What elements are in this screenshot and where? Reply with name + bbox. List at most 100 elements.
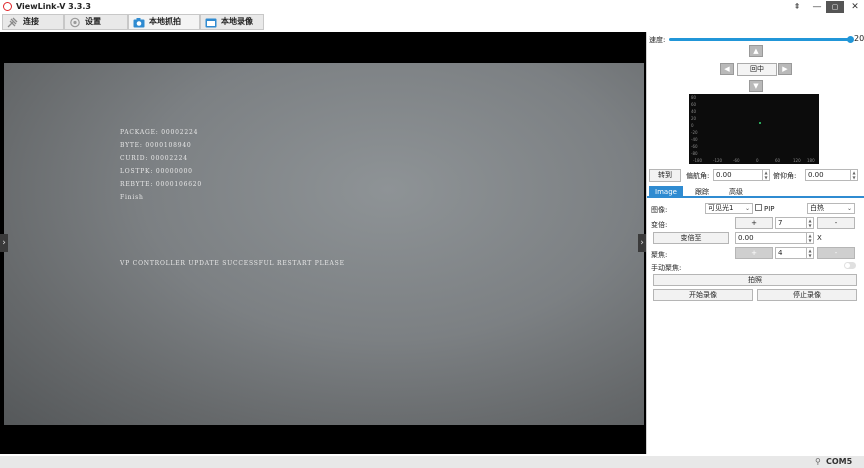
ptz-right-button[interactable]: ▶ [778, 63, 792, 75]
pip-checkbox[interactable] [755, 204, 762, 211]
scope-y-tick: 20 [691, 116, 697, 121]
tab-label: 本地录像 [221, 17, 253, 26]
scope-x-tick: -180 [693, 158, 703, 163]
window-title: ViewLink-V 3.3.3 [16, 2, 91, 11]
scope-x-tick: 60 [775, 158, 781, 163]
app-logo-icon [3, 2, 12, 11]
osd-line: BYTE: 0000108940 [120, 142, 192, 149]
zoom-step-input[interactable]: 7 [775, 217, 807, 229]
yaw-label: 偏航角: [686, 172, 710, 180]
scope-y-tick: 80 [691, 95, 697, 100]
main-tab-bar: 连接 设置 本地抓拍 本地录像 [0, 14, 864, 30]
ptz-left-button[interactable]: ◀ [720, 63, 734, 75]
tab-local-recording[interactable]: 本地录像 [200, 14, 264, 30]
zoom-to-unit: X [817, 234, 822, 242]
speed-slider[interactable] [669, 38, 849, 41]
video-icon [205, 18, 217, 28]
zoom-label: 变倍: [651, 221, 668, 229]
zoom-out-button[interactable]: - [817, 217, 855, 229]
scope-x-tick: 180 [807, 158, 815, 163]
focus-near-button[interactable]: + [735, 247, 773, 259]
osd-line: Finish [120, 194, 144, 201]
scope-position-marker [759, 122, 761, 124]
ptz-center-button[interactable]: 回中 [737, 63, 777, 76]
start-record-button[interactable]: 开始录像 [653, 289, 753, 301]
close-button[interactable]: ✕ [846, 0, 864, 14]
tab-local-snapshot[interactable]: 本地抓拍 [128, 14, 200, 30]
gear-icon [70, 17, 80, 28]
tab-label: 设置 [85, 17, 101, 26]
minimize-button[interactable]: — [808, 0, 826, 14]
attitude-scope: 80 60 40 20 0 -20 -40 -60 -80 -180 -120 … [689, 94, 819, 164]
com-port-label: COM5 [826, 457, 853, 466]
scope-x-tick: 120 [793, 158, 801, 163]
tab-tracking[interactable]: 跟踪 [691, 186, 713, 198]
speed-value: 20 [854, 34, 864, 43]
scope-y-tick: 60 [691, 102, 697, 107]
chevron-down-icon: ⌄ [744, 205, 750, 212]
scope-y-tick: -40 [691, 137, 698, 142]
speed-slider-thumb[interactable] [847, 36, 854, 43]
osd-line: REBYTE: 0000106620 [120, 181, 203, 188]
ptz-down-button[interactable]: ▼ [749, 80, 763, 92]
camera-icon [133, 18, 145, 28]
ptz-up-button[interactable]: ▲ [749, 45, 763, 57]
tab-label: 本地抓拍 [149, 17, 181, 26]
pitch-input[interactable]: 0.00 [805, 169, 851, 181]
scope-y-tick: -60 [691, 144, 698, 149]
manual-focus-toggle[interactable] [844, 262, 856, 269]
focus-far-button[interactable]: - [817, 247, 855, 259]
scope-y-tick: 0 [691, 123, 694, 128]
zoom-to-spinner[interactable]: ▲ ▼ [807, 232, 814, 244]
title-bar: ViewLink-V 3.3.3 ⇞ — ▢ ✕ [0, 0, 864, 14]
video-view[interactable]: PACKAGE: 00002224 BYTE: 0000108940 CURID… [0, 32, 646, 454]
scope-x-tick: -60 [733, 158, 740, 163]
yaw-spinner[interactable]: ▲ ▼ [763, 169, 770, 181]
status-bar: ⚲ COM5 [0, 456, 864, 468]
snapshot-button[interactable]: 拍照 [653, 274, 857, 286]
manual-focus-label: 手动聚焦: [651, 264, 682, 272]
osd-line: PACKAGE: 00002224 [120, 129, 199, 136]
zoom-to-button[interactable]: 变倍至 [653, 232, 729, 244]
focus-step-spinner[interactable]: ▲ ▼ [807, 247, 814, 259]
tab-image[interactable]: Image [649, 186, 683, 198]
osd-line: LOSTPK: 00000000 [120, 168, 193, 175]
usb-icon: ⚲ [815, 457, 821, 466]
goto-button[interactable]: 转到 [649, 169, 681, 182]
osd-update-message: VP CONTROLLER UPDATE SUCCESSFUL RESTART … [120, 260, 345, 267]
zoom-step-spinner[interactable]: ▲ ▼ [807, 217, 814, 229]
pin-button[interactable]: ⇞ [788, 0, 806, 14]
focus-label: 聚焦: [651, 251, 668, 259]
tab-advanced[interactable]: 高级 [725, 186, 747, 198]
tab-settings[interactable]: 设置 [64, 14, 128, 30]
tab-label: 连接 [23, 17, 39, 26]
pitch-spinner[interactable]: ▲ ▼ [851, 169, 858, 181]
pitch-label: 俯仰角: [773, 172, 797, 180]
maximize-button[interactable]: ▢ [826, 1, 844, 13]
stop-record-button[interactable]: 停止录像 [757, 289, 857, 301]
palette-select[interactable]: 白热 ⌄ [807, 203, 855, 214]
pip-label: PIP [764, 205, 775, 213]
expand-left-button[interactable]: › [0, 234, 8, 252]
plug-icon [7, 17, 18, 28]
zoom-in-button[interactable]: + [735, 217, 773, 229]
scope-y-tick: 40 [691, 109, 697, 114]
scope-x-tick: 0 [756, 158, 759, 163]
sub-tab-bar: Image 跟踪 高级 [647, 186, 864, 198]
zoom-to-input[interactable]: 0.00 [735, 232, 807, 244]
osd-line: CURID: 00002224 [120, 155, 188, 162]
scope-x-tick: -120 [713, 158, 723, 163]
yaw-input[interactable]: 0.00 [713, 169, 763, 181]
tab-connect[interactable]: 连接 [2, 14, 64, 30]
palette-value: 白热 [810, 204, 824, 212]
image-source-value: 可见光1 [708, 204, 734, 212]
scope-y-tick: -20 [691, 130, 698, 135]
focus-step-input[interactable]: 4 [775, 247, 807, 259]
image-label: 图像: [651, 206, 668, 214]
scope-y-tick: -80 [691, 151, 698, 156]
chevron-down-icon: ⌄ [846, 205, 852, 212]
control-panel: 速度: 20 ▲ ◀ 回中 ▶ ▼ 80 60 40 20 0 -20 -40 … [646, 32, 864, 454]
video-frame: PACKAGE: 00002224 BYTE: 0000108940 CURID… [4, 63, 644, 425]
image-source-select[interactable]: 可见光1 ⌄ [705, 203, 753, 214]
collapse-panel-button[interactable]: › [638, 234, 646, 252]
